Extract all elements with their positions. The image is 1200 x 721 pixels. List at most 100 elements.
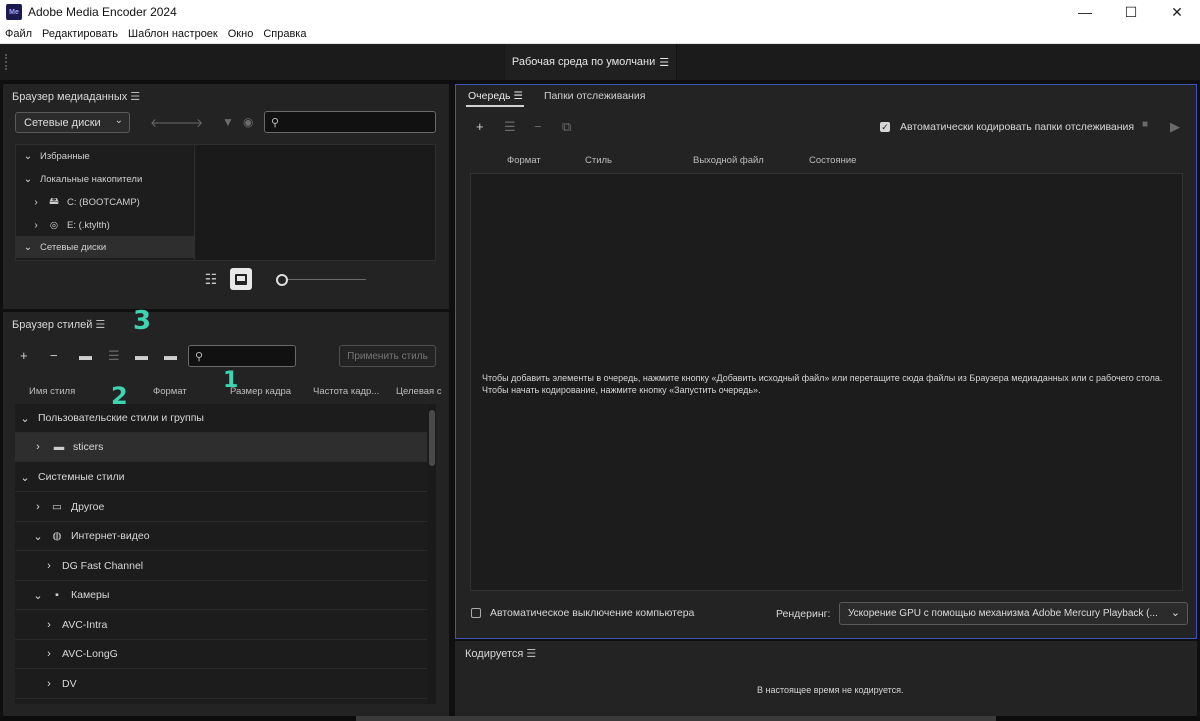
auto-encode-label: Автоматически кодировать папки отслежива… [900,121,1135,133]
disc-icon: ◎ [49,219,59,231]
chevron-right-icon[interactable]: › [42,560,56,572]
list-view-icon[interactable]: ☷ [201,269,221,289]
menu-window[interactable]: Окно [223,28,259,40]
column-header-preset[interactable]: Стиль [585,155,612,166]
column-header-status[interactable]: Состояние [809,155,856,166]
style-row-cameras[interactable]: ⌄ ▪ Камеры [15,581,427,610]
tab-queue[interactable]: Очередь ☰ [468,90,523,102]
tree-item-network-drives[interactable]: ⌄ Сетевые диски [16,236,195,258]
import-preset-icon[interactable]: ▬ [135,348,148,363]
renderer-dropdown[interactable]: Ускорение GPU с помощью механизма Adobe … [839,602,1188,625]
style-row-dv[interactable]: › DV [15,670,427,699]
style-row-dg-fast-channel[interactable]: › DG Fast Channel [15,552,427,581]
settings-icon[interactable]: ☰ [504,119,516,135]
forward-arrow-icon[interactable]: 🡒 [171,115,203,130]
shutdown-label: Автоматическое выключение компьютера [490,607,695,619]
play-icon[interactable]: ▶ [1170,119,1180,135]
close-button[interactable]: ✕ [1154,0,1200,24]
column-header-name[interactable]: Имя стиля [29,386,75,397]
column-header-output-file[interactable]: Выходной файл [693,155,764,166]
chevron-down-icon[interactable]: ⌄ [18,412,32,425]
tab-watch-folders[interactable]: Папки отслеживания [544,90,645,102]
thumbnail-view-icon[interactable] [230,268,252,290]
column-header-frame-rate[interactable]: Частота кадр... [313,386,379,397]
duplicate-icon[interactable]: ⧉ [562,119,571,135]
maximize-button[interactable]: ☐ [1108,0,1154,24]
chevron-right-icon[interactable]: › [31,501,45,513]
chevron-down-icon[interactable]: ⌄ [31,589,45,602]
style-list-scrollbar[interactable] [428,404,436,704]
scrollbar-thumb[interactable] [429,410,435,466]
panel-menu-icon[interactable]: ☰ [526,648,536,660]
search-icon: ⚲ [195,350,204,363]
menu-preset[interactable]: Шаблон настроек [123,28,223,40]
column-header-target[interactable]: Целевая с [396,386,442,397]
eye-icon[interactable]: ◉ [243,115,253,129]
drive-icon: 🖴 [49,196,59,207]
chevron-down-icon[interactable]: ⌄ [21,242,35,253]
media-search-input[interactable]: ⚲ [264,111,436,133]
minimize-button[interactable]: — [1062,0,1108,24]
menu-help[interactable]: Справка [258,28,311,40]
chevron-right-icon[interactable]: › [42,678,56,690]
style-row-sticers[interactable]: › ▬ sticers [15,433,427,462]
add-icon[interactable]: + [20,348,28,363]
slider-knob[interactable] [276,274,288,286]
style-row-avc-intra[interactable]: › AVC-Intra [15,611,427,640]
chevron-right-icon[interactable]: › [42,619,56,631]
menu-file[interactable]: Файл [0,28,37,40]
style-row-user-presets[interactable]: ⌄ Пользовательские стили и группы [15,404,427,433]
chevron-down-icon[interactable]: ⌄ [21,174,35,185]
column-header-frame-size[interactable]: Размер кадра [230,386,291,397]
style-row-other[interactable]: › ▭ Другое [15,493,427,522]
style-browser-panel: Браузер стилей ☰ + − ▬ ☰ ▬ ▬ ⚲ Применить … [3,306,449,717]
workspace-tab[interactable]: Рабочая среда по умолчани ☰ [505,44,677,80]
shutdown-checkbox[interactable] [471,608,481,618]
chevron-down-icon[interactable]: ⌄ [18,471,32,484]
chevron-right-icon[interactable]: › [42,648,56,660]
add-source-icon[interactable]: + [476,119,484,134]
queue-drop-area[interactable]: Чтобы добавить элементы в очередь, нажми… [470,173,1183,591]
column-header-format[interactable]: Формат [153,386,187,397]
menu-bar: Файл Редактировать Шаблон настроек Окно … [0,24,1200,44]
tree-item-drive-e[interactable]: › ◎ E: (.ktylth) [16,214,195,236]
horizontal-scrollbar[interactable] [0,716,1200,721]
style-row-avc-longg[interactable]: › AVC-LongG [15,640,427,669]
tree-item-local-drives[interactable]: ⌄ Локальные накопители [16,168,195,190]
tree-item-drive-c[interactable]: › 🖴 C: (BOOTCAMP) [16,191,195,213]
export-preset-icon[interactable]: ▬ [164,348,177,363]
apply-preset-button[interactable]: Применить стиль [339,345,436,367]
tree-item-favorites[interactable]: ⌄ Избранные [16,145,195,167]
auto-encode-checkbox[interactable]: ✓ [880,122,890,132]
menu-edit[interactable]: Редактировать [37,28,123,40]
chevron-down-icon[interactable]: ⌄ [31,530,45,543]
app-logo-icon: Me [6,4,22,20]
window-controls: — ☐ ✕ [1062,0,1200,24]
chevron-right-icon[interactable]: › [29,220,43,231]
style-row-web-video[interactable]: ⌄ ◍ Интернет-видео [15,522,427,551]
folder-icon: ▬ [53,441,65,453]
settings-icon[interactable]: ☰ [108,348,120,364]
location-dropdown[interactable]: Сетевые диски ⌄ [15,112,130,133]
title-bar: Me Adobe Media Encoder 2024 — ☐ ✕ [0,0,1200,24]
style-search-input[interactable]: ⚲ [188,345,296,367]
filter-icon[interactable]: ▼ [222,115,234,129]
new-group-icon[interactable]: ▬ [79,348,92,363]
camera-icon: ▪ [55,589,59,601]
panel-menu-icon[interactable]: ☰ [513,90,522,102]
panel-menu-icon[interactable]: ☰ [95,319,105,331]
style-row-system-presets[interactable]: ⌄ Системные стили [15,463,427,492]
remove-icon[interactable]: − [50,348,58,363]
zoom-slider[interactable] [276,274,366,286]
panel-menu-icon[interactable]: ☰ [130,91,140,103]
chevron-down-icon[interactable]: ⌄ [21,151,35,162]
column-header-format[interactable]: Формат [507,155,541,166]
toolbar-grip-icon[interactable] [5,54,7,70]
stop-icon[interactable]: ■ [1142,119,1148,130]
chevron-right-icon[interactable]: › [31,441,45,453]
style-list: ⌄ Пользовательские стили и группы › ▬ st… [15,404,436,704]
remove-icon[interactable]: − [534,119,542,134]
scrollbar-thumb[interactable] [356,716,996,721]
workspace-menu-icon[interactable]: ☰ [659,56,669,69]
chevron-right-icon[interactable]: › [29,197,43,208]
